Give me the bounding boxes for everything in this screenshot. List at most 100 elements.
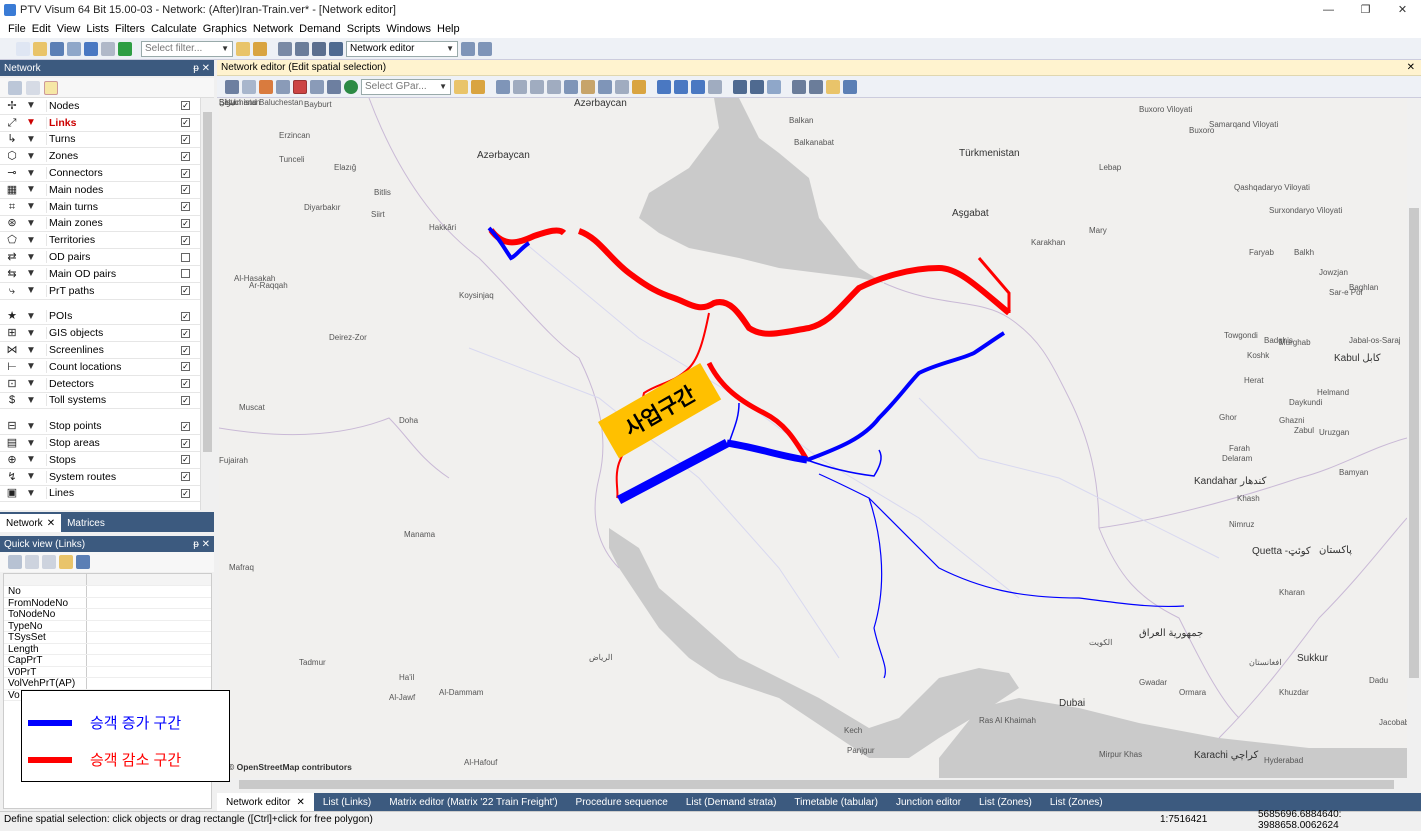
quick-view-row[interactable]: V0PrT [4, 666, 211, 678]
minimize-button[interactable]: — [1310, 0, 1347, 19]
zoom-out-icon[interactable] [691, 79, 705, 94]
save-as-icon[interactable] [67, 41, 81, 56]
menu-item-lists[interactable]: Lists [86, 23, 109, 35]
filter-icon[interactable]: ▼ [26, 134, 36, 145]
filter-icon[interactable]: ▼ [26, 395, 36, 406]
filter-icon[interactable]: ▼ [26, 328, 36, 339]
table-icon[interactable] [242, 79, 256, 94]
gpar-select[interactable]: Select GPar... ▼ [361, 78, 451, 95]
layer-visibility-checkbox[interactable] [181, 269, 190, 279]
edit-icon[interactable] [276, 79, 290, 94]
close-icon[interactable]: ✕ [1407, 62, 1415, 73]
globe-icon[interactable] [344, 79, 358, 94]
list-icon[interactable] [278, 41, 292, 56]
layer-main-od-pairs[interactable]: ⇆ ▼ Main OD pairs [0, 266, 200, 283]
layer-visibility-checkbox[interactable]: ✓ [181, 421, 190, 431]
previous-view-icon[interactable] [530, 79, 544, 94]
filter-icon[interactable]: ▼ [26, 488, 36, 499]
layer-zones[interactable]: ⬡ ▼ Zones ✓ [0, 148, 200, 166]
copy-icon[interactable] [25, 555, 39, 569]
layer-visibility-checkbox[interactable]: ✓ [181, 455, 190, 465]
link-blue-east[interactable] [806, 331, 1006, 462]
binoculars-icon[interactable] [225, 79, 239, 94]
layer-screenlines[interactable]: ⋈ ▼ Screenlines ✓ [0, 342, 200, 359]
filter-icon[interactable]: ▼ [26, 345, 36, 356]
menu-item-graphics[interactable]: Graphics [203, 23, 247, 35]
doc-tab-network-editor[interactable]: Network editor ✕ [217, 793, 314, 811]
filter-save-icon[interactable] [253, 41, 267, 56]
layer-visibility-checkbox[interactable]: ✓ [181, 118, 190, 128]
layer-visibility-checkbox[interactable]: ✓ [181, 134, 190, 144]
filter-icon[interactable]: ▼ [26, 285, 36, 296]
layer-visibility-checkbox[interactable]: ✓ [181, 379, 190, 389]
layer-nodes[interactable]: ✢ ▼ Nodes ✓ [0, 98, 200, 115]
menu-item-network[interactable]: Network [253, 23, 293, 35]
view-select[interactable]: Network editor ▼ [346, 40, 458, 57]
tab-network[interactable]: Network ✕ [0, 514, 62, 532]
tile-vertical-icon[interactable] [478, 41, 492, 56]
layer-main-nodes[interactable]: ▦ ▼ Main nodes ✓ [0, 182, 200, 199]
zoom-fit-icon[interactable] [564, 79, 578, 94]
screenshot-icon[interactable] [327, 79, 341, 94]
layer-visibility-checkbox[interactable]: ✓ [181, 488, 190, 498]
layer-visibility-checkbox[interactable] [181, 252, 190, 262]
quick-view-row[interactable]: No [4, 586, 211, 598]
menu-item-demand[interactable]: Demand [299, 23, 341, 35]
menu-item-windows[interactable]: Windows [386, 23, 431, 35]
doc-tab-list-zones-[interactable]: List (Zones) [970, 793, 1041, 811]
tab-matrices[interactable]: Matrices [61, 514, 111, 532]
layer-system-routes[interactable]: ↯ ▼ System routes ✓ [0, 469, 200, 486]
quick-view-row[interactable]: CapPrT [4, 655, 211, 667]
layer-list-scrollbar[interactable] [200, 98, 214, 510]
scrollbar-thumb[interactable] [203, 112, 212, 452]
spatial-select-icon[interactable] [293, 79, 307, 94]
menu-item-help[interactable]: Help [437, 23, 460, 35]
view-3d-icon[interactable] [733, 79, 747, 94]
layer-visibility-checkbox[interactable]: ✓ [181, 202, 190, 212]
spatial-selection-icon[interactable] [44, 80, 58, 95]
pen-icon[interactable] [632, 79, 646, 94]
gpar-save-icon[interactable] [471, 79, 485, 94]
filter-icon[interactable]: ▼ [26, 100, 36, 111]
scrollbar-thumb[interactable] [239, 780, 1394, 789]
layer-visibility-checkbox[interactable]: ✓ [181, 218, 190, 228]
map-horizontal-scrollbar[interactable] [219, 778, 1407, 791]
layer-visibility-checkbox[interactable]: ✓ [181, 311, 190, 321]
tools-icon[interactable] [312, 41, 326, 56]
menu-item-edit[interactable]: Edit [32, 23, 51, 35]
layers-toggle-icon[interactable] [708, 79, 722, 94]
menu-item-view[interactable]: View [57, 23, 81, 35]
select-all-icon[interactable] [8, 555, 22, 569]
gpar-open-icon[interactable] [454, 79, 468, 94]
quick-view-row[interactable]: TypeNo [4, 620, 211, 632]
filter-icon[interactable]: ▼ [26, 218, 36, 229]
run-icon[interactable] [118, 41, 132, 56]
doc-tab-matrix-editor-matrix-22-train-freight-[interactable]: Matrix editor (Matrix '22 Train Freight'… [380, 793, 566, 811]
filter-icon[interactable]: ▼ [26, 361, 36, 372]
filter-icon[interactable]: ▼ [26, 252, 36, 263]
graphics-icon[interactable] [295, 41, 309, 56]
refresh-icon[interactable] [615, 79, 629, 94]
filter-icon[interactable]: ▼ [26, 268, 36, 279]
next-view-icon[interactable] [547, 79, 561, 94]
pointer-icon[interactable] [26, 80, 40, 95]
filter-icon[interactable]: ▼ [26, 201, 36, 212]
scrollbar-thumb[interactable] [1409, 208, 1419, 678]
view-box-icon[interactable] [767, 79, 781, 94]
layer-visibility-checkbox[interactable]: ✓ [181, 185, 190, 195]
doc-tab-junction-editor[interactable]: Junction editor [887, 793, 970, 811]
undo-icon[interactable] [84, 41, 98, 56]
graphics-params-icon[interactable] [259, 79, 273, 94]
pin-icon[interactable]: ᵽ ✕ [193, 539, 210, 550]
pin-icon[interactable]: ᵽ ✕ [193, 63, 210, 74]
filter-icon[interactable]: ▼ [26, 378, 36, 389]
menu-item-file[interactable]: File [8, 23, 26, 35]
menu-item-calculate[interactable]: Calculate [151, 23, 197, 35]
layers-icon[interactable] [329, 41, 343, 56]
filter-icon[interactable]: ▼ [26, 311, 36, 322]
filter-select[interactable]: Select filter... ▼ [141, 40, 233, 57]
layer-main-zones[interactable]: ⊛ ▼ Main zones ✓ [0, 216, 200, 233]
save-icon[interactable] [50, 41, 64, 56]
layer-visibility-checkbox[interactable]: ✓ [181, 362, 190, 372]
filter-icon[interactable]: ▼ [26, 471, 36, 482]
